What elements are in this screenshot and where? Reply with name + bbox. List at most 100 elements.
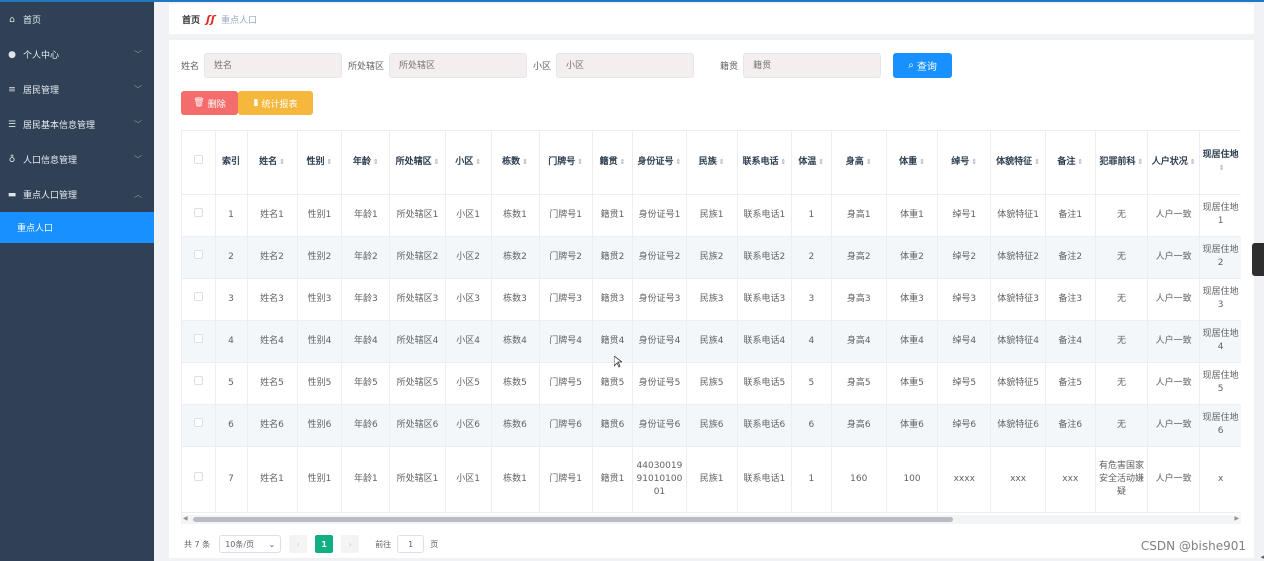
column-header[interactable]: 性别 ⇕: [297, 131, 343, 195]
column-header[interactable]: 门牌号 ⇕: [539, 131, 593, 195]
sort-icon[interactable]: ⇕: [780, 158, 786, 166]
table-cell: 栋数1: [491, 194, 540, 237]
sort-icon[interactable]: ⇕: [1190, 158, 1196, 166]
table-row[interactable]: 3 姓名3 性别3 年龄3 所处辖区3 小区3 栋数3 门牌号3 籍贯3 身份证号3 民族3 联系电话…: [182, 278, 1241, 321]
sort-icon[interactable]: ⇕: [866, 158, 872, 166]
sort-icon[interactable]: ⇕: [475, 158, 481, 166]
sidebar-item-2[interactable]: ≡ 居民管理 ﹀: [0, 72, 154, 107]
sidebar-item-3[interactable]: ☰ 居民基本信息管理 ﹀: [0, 107, 154, 142]
stats-report-button[interactable]: ▮ 统计报表: [238, 91, 313, 115]
goto-label: 前往: [375, 539, 392, 549]
sort-icon[interactable]: ⇕: [1077, 158, 1083, 166]
scroll-right-icon[interactable]: ▶: [1234, 515, 1239, 522]
table-cell: 年龄1: [341, 194, 391, 237]
column-header[interactable]: 身份证号 ⇕: [632, 131, 687, 195]
select-all-checkbox-cell[interactable]: [182, 131, 216, 195]
sidebar-item-5[interactable]: ▬ 重点人口管理 ︿: [0, 177, 154, 212]
side-collapse-tab[interactable]: [1252, 243, 1264, 276]
row-checkbox-cell[interactable]: [182, 320, 216, 363]
page-number-current[interactable]: 1: [315, 535, 334, 553]
column-header[interactable]: 犯罪前科 ⇕: [1095, 131, 1149, 195]
sort-icon[interactable]: ⇕: [971, 158, 977, 166]
column-header[interactable]: 栋数 ⇕: [491, 131, 540, 195]
column-header[interactable]: 所处辖区 ⇕: [389, 131, 446, 195]
sort-icon[interactable]: ⇕: [1138, 158, 1144, 166]
sort-icon[interactable]: ⇕: [327, 158, 333, 166]
table-row[interactable]: 6 姓名6 性别6 年龄6 所处辖区6 小区6 栋数6 门牌号6 籍贯6 身份证号6 民族6 联系电话…: [182, 404, 1241, 447]
sort-icon[interactable]: ⇕: [1219, 164, 1225, 172]
row-checkbox-cell[interactable]: [182, 194, 216, 237]
column-header[interactable]: 现居住地 ⇕: [1199, 131, 1241, 195]
table-row[interactable]: 4 姓名4 性别4 年龄4 所处辖区4 小区4 栋数4 门牌号4 籍贯4 身份证号4 民族4 联系电话…: [182, 320, 1241, 363]
checkbox[interactable]: [193, 208, 203, 217]
table-cell: 栋数5: [491, 362, 540, 405]
sort-icon[interactable]: ⇕: [818, 158, 824, 166]
next-page-button[interactable]: ›: [341, 535, 360, 553]
table-row[interactable]: 1 姓名1 性别1 年龄1 所处辖区1 小区1 栋数1 门牌号1 籍贯1 身份证号1 民族1 联系电话…: [182, 194, 1241, 237]
table-row[interactable]: 7 姓名1 性别1 年龄1 所处辖区1 小区1 栋数1 门牌号1 籍贯1 440300199101…: [182, 446, 1241, 513]
column-header[interactable]: 身高 ⇕: [831, 131, 887, 195]
column-header[interactable]: 年龄 ⇕: [341, 131, 391, 195]
scroll-left-icon[interactable]: ◀: [183, 515, 188, 522]
community-input[interactable]: [556, 53, 695, 78]
row-checkbox-cell[interactable]: [182, 278, 216, 321]
checkbox[interactable]: [193, 472, 203, 481]
column-header[interactable]: 体貌特征 ⇕: [990, 131, 1046, 195]
checkbox[interactable]: [193, 334, 203, 343]
sort-icon[interactable]: ⇕: [1034, 158, 1040, 166]
sidebar-item-4[interactable]: ♁ 人口信息管理 ﹀: [0, 142, 154, 177]
scrollbar-thumb[interactable]: [193, 517, 953, 522]
column-header[interactable]: 小区 ⇕: [445, 131, 492, 195]
sort-icon[interactable]: ⇕: [676, 158, 682, 166]
sort-icon[interactable]: ⇕: [373, 158, 379, 166]
sidebar-item-0[interactable]: ⌂ 首页: [0, 2, 154, 37]
column-header[interactable]: 绰号 ⇕: [937, 131, 992, 195]
column-header[interactable]: 民族 ⇕: [686, 131, 738, 195]
origin-input[interactable]: [743, 53, 882, 78]
delete-button[interactable]: 🗑 删除: [181, 91, 238, 115]
column-header[interactable]: 体重 ⇕: [886, 131, 939, 195]
column-header[interactable]: 籍贯 ⇕: [592, 131, 634, 195]
query-button[interactable]: ⌕ 查询: [893, 53, 953, 78]
table-cell: 年龄2: [341, 236, 391, 279]
district-input[interactable]: [389, 53, 528, 78]
sort-icon[interactable]: ⇕: [577, 158, 583, 166]
checkbox[interactable]: [193, 292, 203, 301]
row-checkbox-cell[interactable]: [182, 362, 216, 405]
checkbox[interactable]: [193, 376, 203, 385]
sidebar-item-label: 重点人口管理: [23, 191, 78, 201]
checkbox[interactable]: [193, 250, 203, 259]
column-header[interactable]: 人户状况 ⇕: [1147, 131, 1201, 195]
sort-icon[interactable]: ⇕: [434, 158, 440, 166]
table-cell: 所处辖区4: [389, 320, 446, 363]
row-checkbox-cell[interactable]: [182, 236, 216, 279]
table-row[interactable]: 5 姓名5 性别5 年龄5 所处辖区5 小区5 栋数5 门牌号5 籍贯5 身份证号5 民族5 联系电话…: [182, 362, 1241, 405]
name-input[interactable]: [204, 53, 343, 78]
table-row[interactable]: 2 姓名2 性别2 年龄2 所处辖区2 小区2 栋数2 门牌号2 籍贯2 身份证号2 民族2 联系电话…: [182, 236, 1241, 279]
sort-icon[interactable]: ⇕: [279, 158, 285, 166]
sidebar-subitem-key-population[interactable]: 重点人口: [0, 212, 154, 243]
sidebar-item-1[interactable]: ● 个人中心 ﹀: [0, 37, 154, 72]
column-header[interactable]: 姓名 ⇕: [247, 131, 298, 195]
page-size-select[interactable]: 10条/页 ⌄: [219, 535, 282, 553]
column-header[interactable]: 体温 ⇕: [791, 131, 832, 195]
table-cell: 绰号1: [937, 194, 992, 237]
search-label-origin: 籍贯: [720, 62, 739, 72]
row-checkbox-cell[interactable]: [182, 404, 216, 447]
delete-button-label: 删除: [207, 99, 226, 110]
sort-icon[interactable]: ⇕: [522, 158, 528, 166]
goto-page-input[interactable]: 1: [397, 535, 425, 553]
checkbox[interactable]: [193, 418, 203, 427]
row-checkbox-cell[interactable]: [182, 446, 216, 513]
checkbox[interactable]: [193, 155, 203, 165]
column-header[interactable]: 联系电话 ⇕: [737, 131, 793, 195]
horizontal-scrollbar[interactable]: ◀ ▶: [181, 515, 1241, 524]
query-button-label: 查询: [916, 62, 937, 73]
column-header[interactable]: 备注 ⇕: [1045, 131, 1096, 195]
sort-icon[interactable]: ⇕: [919, 158, 925, 166]
breadcrumb-home[interactable]: 首页: [182, 13, 200, 26]
sort-icon[interactable]: ⇕: [620, 158, 626, 166]
table-cell: 4: [791, 320, 832, 363]
sort-icon[interactable]: ⇕: [719, 158, 725, 166]
prev-page-button[interactable]: ‹: [289, 535, 308, 553]
